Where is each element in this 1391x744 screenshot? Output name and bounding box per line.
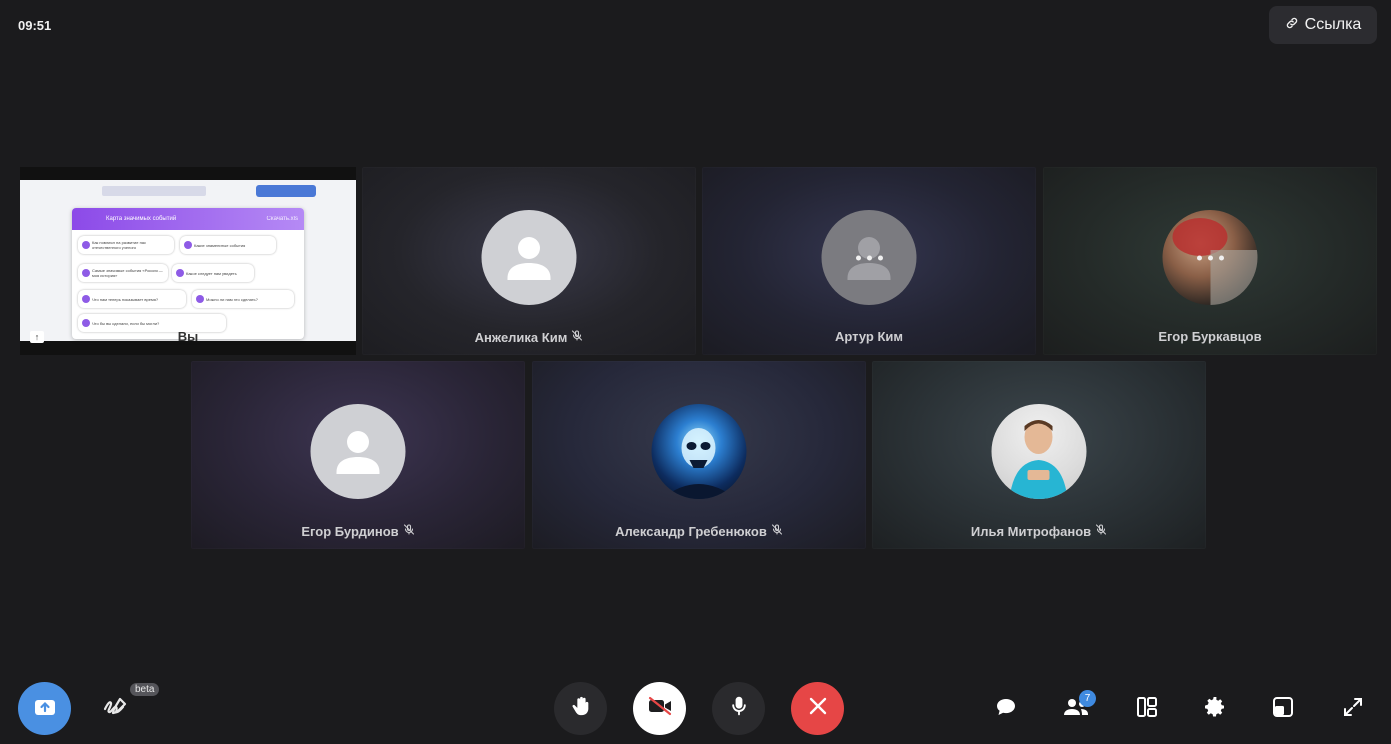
chip: Самые значимые события «Россия — моя ист… bbox=[78, 264, 168, 282]
participant-name-row: Анжелика Ким bbox=[362, 329, 696, 345]
camera-off-icon bbox=[647, 696, 673, 721]
chip: Можно ли нам это сделать? bbox=[192, 290, 294, 308]
upload-icon bbox=[33, 695, 57, 722]
participant-name-row: Илья Митрофанов bbox=[872, 523, 1206, 539]
avatar bbox=[651, 404, 747, 499]
participant-name-row: Егор Бурдинов bbox=[191, 523, 525, 539]
raise-hand-button[interactable] bbox=[554, 682, 607, 735]
speaking-indicator bbox=[855, 255, 883, 260]
chip: Какое следует нам увидеть bbox=[172, 264, 254, 282]
avatar bbox=[1162, 210, 1258, 305]
participants-count-badge: 7 bbox=[1079, 690, 1096, 707]
participant-name: Анжелика Ким bbox=[474, 329, 568, 345]
camera-toggle-button[interactable] bbox=[633, 682, 686, 735]
participant-name: Илья Митрофанов bbox=[970, 523, 1092, 539]
chip: Как повлиял на развитие нас отечественно… bbox=[78, 236, 174, 254]
settings-button[interactable] bbox=[1195, 689, 1235, 729]
speaking-indicator bbox=[1196, 255, 1224, 260]
chat-icon bbox=[995, 697, 1017, 722]
whiteboard-button[interactable] bbox=[95, 689, 135, 729]
layout-icon bbox=[1136, 696, 1158, 723]
beta-badge: beta bbox=[130, 683, 160, 696]
avatar bbox=[821, 210, 917, 305]
chat-button[interactable] bbox=[986, 689, 1026, 729]
picture-in-picture-button[interactable] bbox=[1263, 689, 1303, 729]
shared-screen: Карта значимых событий Скачать.xls Как п… bbox=[20, 180, 356, 341]
avatar bbox=[310, 404, 406, 499]
shared-modal: Карта значимых событий Скачать.xls Как п… bbox=[72, 208, 304, 339]
fullscreen-button[interactable] bbox=[1333, 689, 1373, 729]
avatar bbox=[991, 404, 1087, 499]
participant-name: Александр Гребенюков bbox=[615, 523, 767, 539]
participant-name-row: Артур Ким bbox=[702, 329, 1036, 344]
chip: Какие знаменитые события bbox=[180, 236, 276, 254]
mic-muted-icon bbox=[1095, 523, 1107, 539]
shared-modal-action: Скачать.xls bbox=[266, 216, 299, 222]
participant-tile[interactable]: Илья Митрофанов bbox=[872, 361, 1206, 549]
participant-tile[interactable]: Артур Ким bbox=[702, 167, 1036, 355]
participant-name-row: Александр Гребенюков bbox=[532, 523, 866, 539]
self-label: Вы bbox=[177, 329, 199, 344]
participant-name: Артур Ким bbox=[834, 329, 903, 344]
participant-name: Егор Бурдинов bbox=[301, 523, 399, 539]
avatar bbox=[481, 210, 577, 305]
expand-icon bbox=[1343, 697, 1363, 722]
participant-name-row: Егор Буркавцов bbox=[1043, 329, 1377, 344]
end-call-button[interactable] bbox=[791, 682, 844, 735]
whiteboard-icon bbox=[102, 696, 128, 723]
mic-muted-icon bbox=[403, 523, 415, 539]
participant-name: Егор Буркавцов bbox=[1158, 329, 1262, 344]
microphone-icon bbox=[729, 694, 749, 723]
pip-icon bbox=[1272, 696, 1294, 723]
link-icon bbox=[1285, 16, 1299, 35]
mic-muted-icon bbox=[571, 329, 583, 345]
participant-tile[interactable]: Александр Гребенюков bbox=[532, 361, 866, 549]
layout-button[interactable] bbox=[1127, 689, 1167, 729]
copy-link-button[interactable]: Ссылка bbox=[1269, 6, 1377, 44]
screen-share-tile[interactable]: Карта значимых событий Скачать.xls Как п… bbox=[20, 167, 356, 355]
shared-modal-title: Карта значимых событий bbox=[106, 216, 177, 222]
link-label: Ссылка bbox=[1304, 16, 1362, 33]
clock: 09:51 bbox=[18, 18, 52, 33]
participant-tile[interactable]: Егор Бурдинов bbox=[191, 361, 525, 549]
microphone-button[interactable] bbox=[712, 682, 765, 735]
mic-muted-icon bbox=[771, 523, 783, 539]
participant-tile[interactable]: Анжелика Ким bbox=[362, 167, 696, 355]
hand-icon bbox=[570, 694, 592, 723]
share-screen-button[interactable] bbox=[18, 682, 71, 735]
participant-tile[interactable]: Егор Буркавцов bbox=[1043, 167, 1377, 355]
gear-icon bbox=[1203, 695, 1227, 724]
chip: Что нам теперь показывает время? bbox=[78, 290, 186, 308]
close-icon bbox=[808, 696, 828, 721]
